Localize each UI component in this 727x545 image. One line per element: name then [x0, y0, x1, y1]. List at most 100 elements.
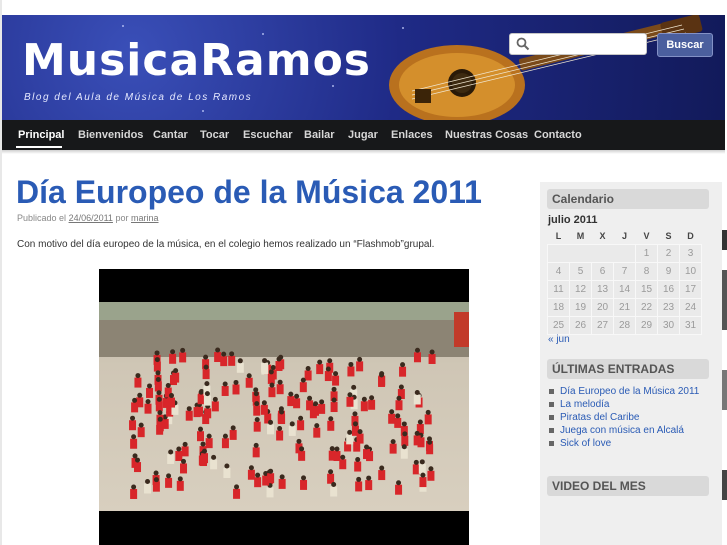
crowd-figure — [330, 486, 338, 497]
crowd-head — [137, 392, 143, 398]
crowd-head — [279, 474, 285, 480]
crowd-head — [296, 438, 302, 444]
crowd-head — [414, 390, 420, 396]
crowd-head — [396, 480, 402, 486]
calendar-day: 26 — [569, 316, 592, 335]
crowd-head — [154, 350, 160, 356]
weekday-header: V — [643, 230, 650, 241]
nav-active-indicator — [16, 146, 62, 148]
crowd-head — [156, 396, 162, 402]
crowd-head — [313, 401, 319, 407]
nav-tocar[interactable]: Tocar — [200, 129, 229, 141]
calendar-day: 7 — [613, 262, 636, 281]
crowd-figure — [134, 377, 142, 388]
recent-post-link[interactable]: Sick of love — [548, 437, 708, 450]
crowd-head — [279, 409, 285, 415]
crowd-figure — [328, 450, 336, 461]
nav-cantar[interactable]: Cantar — [153, 129, 188, 141]
crowd-figure — [254, 477, 262, 488]
nav-bienvenidos[interactable]: Bienvenidos — [78, 129, 143, 141]
crowd-head — [182, 441, 188, 447]
crowd-head — [203, 354, 209, 360]
crowd-figure — [181, 446, 189, 457]
crowd-figure — [152, 481, 160, 492]
crowd-figure — [220, 356, 228, 367]
crowd-figure — [179, 352, 187, 363]
crowd-head — [268, 369, 274, 375]
crowd-head — [327, 358, 333, 364]
by-label: por — [115, 213, 129, 223]
post-date-link[interactable]: 24/06/2011 — [69, 213, 113, 223]
crowd-figure — [236, 362, 244, 373]
crowd-figure — [266, 487, 274, 498]
crowd-head — [186, 406, 192, 412]
crowd-head — [153, 477, 159, 483]
crowd-head — [414, 347, 420, 353]
crowd-figure — [144, 403, 152, 414]
crowd-head — [157, 410, 163, 416]
nav-escuchar[interactable]: Escuchar — [243, 129, 293, 141]
nav-contacto[interactable]: Contacto — [534, 129, 582, 141]
post-author-link[interactable]: marina — [131, 213, 159, 223]
main-nav: Principal Bienvenidos Cantar Tocar Escuc… — [2, 120, 725, 150]
crowd-head — [262, 358, 268, 364]
calendar-day: 9 — [657, 262, 680, 281]
crowd-figure — [137, 427, 145, 438]
crowd-figure — [267, 424, 275, 435]
crowd-head — [389, 409, 395, 415]
nav-enlaces[interactable]: Enlaces — [391, 129, 433, 141]
crowd-head — [131, 484, 137, 490]
crowd-head — [246, 373, 252, 379]
nav-principal[interactable]: Principal — [18, 129, 64, 141]
crowd-head — [348, 361, 354, 367]
crowd-head — [200, 441, 206, 447]
crowd-figure — [318, 403, 326, 414]
crowd-head — [294, 393, 300, 399]
crowd-head — [176, 446, 182, 452]
crowd-head — [132, 397, 138, 403]
recent-post-link[interactable]: Piratas del Caribe — [548, 411, 708, 424]
crowd-figure — [176, 480, 184, 491]
nav-jugar[interactable]: Jugar — [348, 129, 378, 141]
calendar-day: 24 — [679, 298, 702, 317]
recent-post-link[interactable]: Día Europeo de la Música 2011 — [548, 385, 708, 398]
crowd-figure — [221, 385, 229, 396]
crowd-head — [222, 433, 228, 439]
nav-bailar[interactable]: Bailar — [304, 129, 335, 141]
post-title[interactable]: Día Europeo de la Música 2011 — [16, 174, 482, 211]
crowd-head — [390, 439, 396, 445]
recent-post-link[interactable]: Juega con música en Alcalá — [548, 424, 708, 437]
video-player[interactable] — [99, 269, 469, 545]
crowd-figure — [154, 381, 162, 392]
crowd-head — [301, 475, 307, 481]
crowd-head — [369, 395, 375, 401]
guitar-illustration — [389, 15, 703, 121]
search-button[interactable]: Buscar — [657, 33, 713, 57]
crowd-figure — [394, 417, 402, 428]
crowd-figure — [253, 421, 261, 432]
crowd-figure — [306, 400, 314, 411]
calendar-day: 3 — [679, 244, 702, 263]
recent-post-link[interactable]: La melodía — [548, 398, 708, 411]
crowd-head — [212, 396, 218, 402]
crowd-figure — [395, 400, 403, 411]
crowd-figure — [413, 435, 421, 446]
crowd-figure — [312, 405, 320, 416]
crowd-head — [429, 349, 435, 355]
crowd-figure — [130, 488, 138, 499]
search-input[interactable] — [509, 33, 647, 55]
calendar-prev-month-link[interactable]: « jun — [548, 334, 570, 345]
crowd-figure — [304, 370, 312, 381]
site-title[interactable]: MusicaRamos — [22, 35, 371, 86]
crowd-head — [173, 368, 179, 374]
weekday-header: L — [555, 230, 562, 241]
crowd-head — [147, 383, 153, 389]
crowd-figure — [355, 481, 363, 492]
crowd-head — [202, 448, 208, 454]
crowd-figure — [195, 406, 203, 417]
crowd-head — [325, 366, 331, 372]
nav-nuestras-cosas[interactable]: Nuestras Cosas — [445, 129, 528, 141]
crowd-figure — [260, 404, 268, 415]
crowd-figure — [202, 369, 210, 380]
crowd-head — [181, 458, 187, 464]
